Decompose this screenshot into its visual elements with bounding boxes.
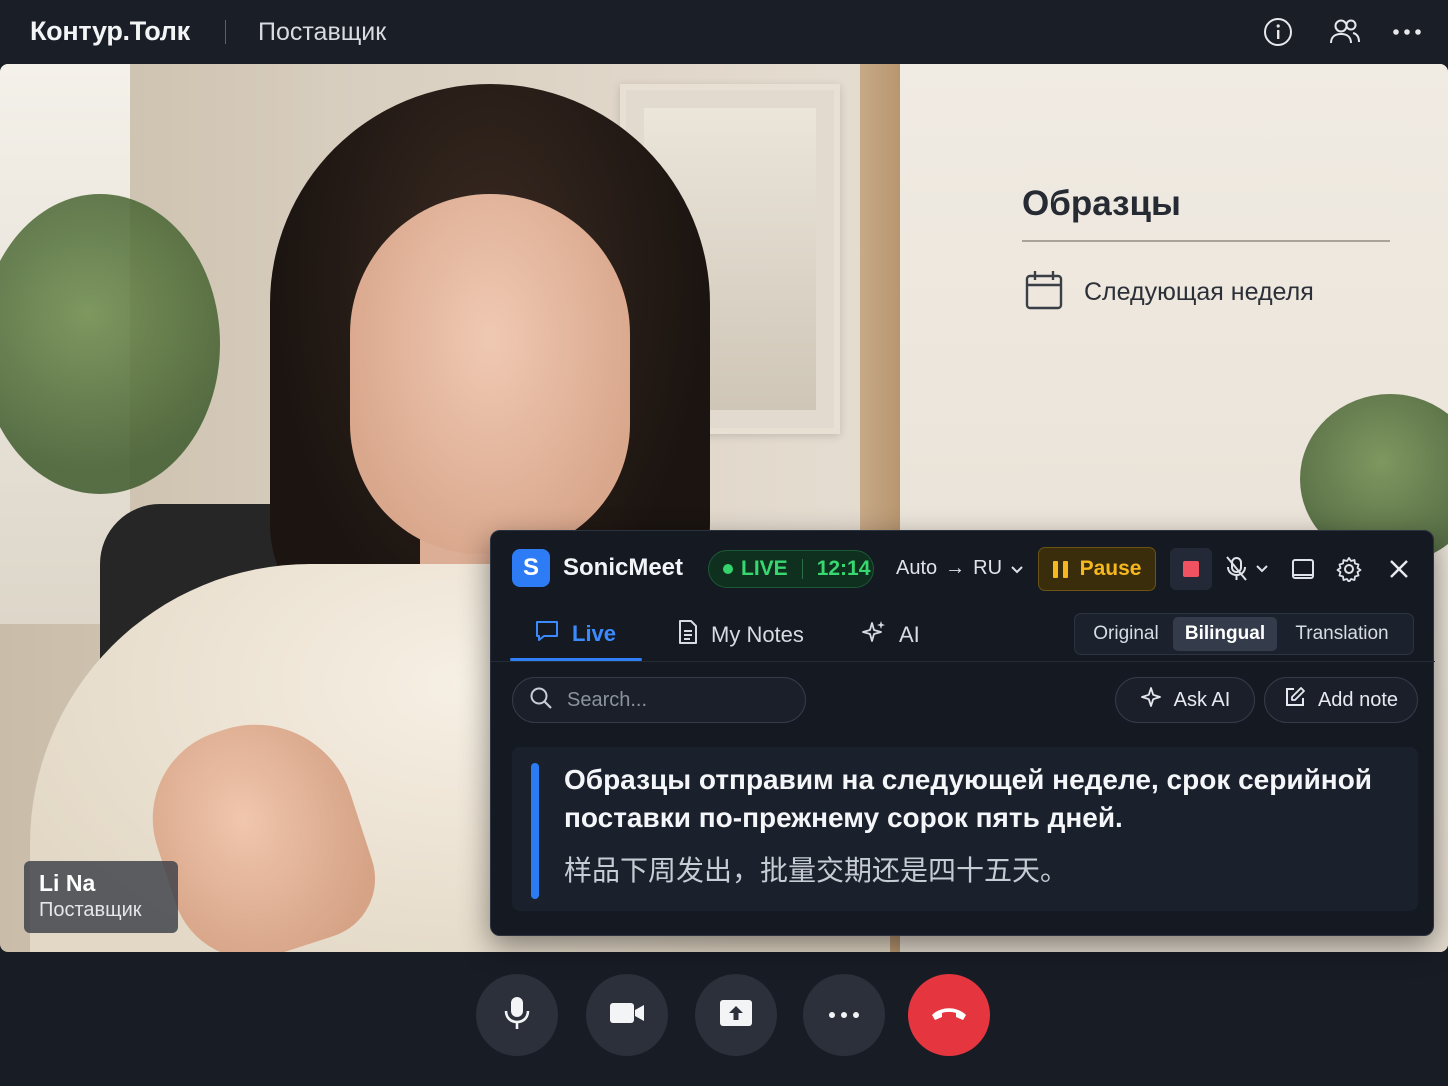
participant-role: Поставщик [39, 899, 142, 921]
chat-bubble-icon [534, 619, 560, 649]
pause-button[interactable]: Pause [1038, 547, 1156, 591]
tab-my-notes-label: My Notes [711, 622, 804, 647]
slide-title: Образцы [1022, 184, 1181, 223]
more-icon[interactable] [1390, 15, 1424, 49]
more-options-button[interactable] [803, 974, 885, 1056]
search-icon [529, 686, 553, 715]
chevron-down-icon [1010, 557, 1024, 580]
end-call-icon [929, 1004, 969, 1027]
mic-muted-toggle[interactable] [1224, 551, 1276, 587]
live-status-badge: LIVE 12:14 [708, 550, 874, 588]
live-status: LIVE [741, 557, 788, 580]
search-input[interactable] [567, 688, 767, 712]
window-icon[interactable] [1286, 551, 1320, 587]
stop-icon [1183, 561, 1199, 577]
microphone-icon [504, 995, 530, 1036]
info-icon[interactable] [1261, 15, 1295, 49]
title-separator [225, 20, 226, 44]
pause-label: Pause [1079, 557, 1142, 580]
edit-icon [1284, 686, 1306, 714]
gear-icon[interactable] [1332, 551, 1366, 587]
source-language: Auto [896, 557, 938, 579]
view-mode-toggle: Original Bilingual Translation [1074, 613, 1414, 655]
sonicmeet-logo: S [512, 549, 550, 587]
transcript-original: 样品下周发出，批量交期还是四十五天。 [564, 854, 1069, 887]
tabs-divider [491, 661, 1435, 662]
transcript-translation: Образцы отправим на следующей неделе, ср… [564, 764, 1373, 833]
speaker-face [350, 194, 630, 554]
view-bilingual[interactable]: Bilingual [1173, 617, 1277, 651]
live-dot-icon [723, 564, 733, 574]
add-note-label: Add note [1317, 688, 1399, 711]
app-name: Контур.Толк [30, 16, 190, 46]
tab-ai-label: AI [899, 622, 920, 647]
document-icon [677, 619, 699, 651]
sparkle-icon [861, 619, 887, 651]
ask-ai-label: Ask AI [1173, 688, 1231, 711]
view-translation[interactable]: Translation [1277, 617, 1407, 651]
tab-live-label: Live [572, 621, 617, 646]
slide-item-text: Следующая неделя [1084, 278, 1314, 306]
participant-name-tag: Li Na Поставщик [24, 861, 178, 933]
slide-divider [1022, 240, 1390, 242]
language-selector[interactable]: Auto → RU [896, 557, 1024, 580]
participant-name: Li Na [39, 870, 96, 896]
search-box[interactable] [512, 677, 806, 723]
sonicmeet-brand: SonicMeet [563, 554, 684, 581]
sparkle-icon [1140, 686, 1162, 714]
microphone-button[interactable] [476, 974, 558, 1056]
meeting-title: Поставщик [258, 18, 387, 46]
camera-icon [609, 1001, 645, 1030]
ask-ai-button[interactable]: Ask AI [1115, 677, 1255, 723]
top-bar: Контур.Толк Поставщик [0, 0, 1448, 64]
view-original[interactable]: Original [1079, 617, 1173, 651]
stop-recording-button[interactable] [1170, 548, 1212, 590]
calendar-icon [1024, 269, 1064, 316]
tab-my-notes[interactable]: My Notes [677, 619, 804, 651]
transcript-entry: Образцы отправим на следующей неделе, ср… [512, 747, 1418, 911]
target-language: RU [973, 557, 1003, 579]
pause-icon [1052, 560, 1068, 578]
more-icon [828, 1006, 860, 1024]
add-note-button[interactable]: Add note [1264, 677, 1418, 723]
tab-ai[interactable]: AI [861, 619, 920, 651]
sonicmeet-panel: S SonicMeet LIVE 12:14 Auto → RU Pause L… [490, 530, 1435, 936]
participants-icon[interactable] [1328, 15, 1362, 49]
end-call-button[interactable] [908, 974, 990, 1056]
language-arrow: → [945, 557, 966, 579]
tab-live[interactable]: Live [534, 619, 616, 649]
share-screen-icon [719, 999, 753, 1032]
camera-button[interactable] [586, 974, 668, 1056]
background-plant [0, 194, 220, 494]
slide-item: Следующая неделя [1024, 269, 1314, 316]
elapsed-time: 12:14 [816, 557, 871, 580]
speaker-indicator-bar [531, 763, 539, 899]
share-screen-button[interactable] [695, 974, 777, 1056]
close-icon[interactable] [1382, 551, 1416, 587]
